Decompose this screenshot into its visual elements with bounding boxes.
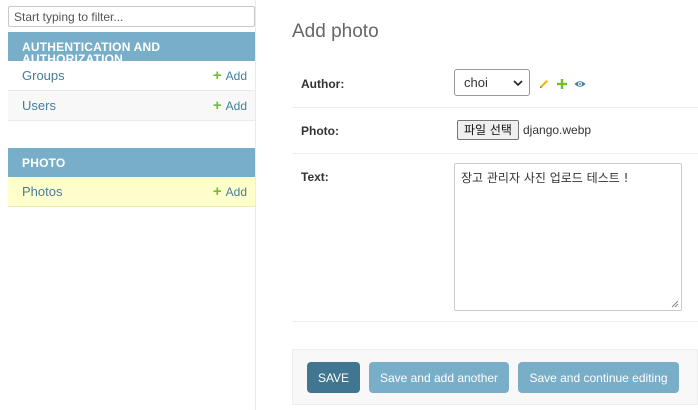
add-label: Add xyxy=(225,184,247,199)
users-link[interactable]: Users xyxy=(22,98,56,113)
groups-add-link[interactable]: + Add xyxy=(212,66,247,84)
eye-icon[interactable] xyxy=(574,77,586,89)
content: Add photo Author: choi Photo: 파일 선택 djan… xyxy=(292,0,698,410)
author-label: Author: xyxy=(301,77,345,91)
groups-link[interactable]: Groups xyxy=(22,68,65,83)
choose-file-button[interactable]: 파일 선택 xyxy=(457,120,519,140)
photos-link[interactable]: Photos xyxy=(22,184,62,199)
add-label: Add xyxy=(225,68,247,83)
textarea-value: 장고 관리자 사진 업로드 테스트 ! xyxy=(461,171,629,185)
plus-icon[interactable] xyxy=(556,77,568,89)
related-widget-icons xyxy=(538,77,586,89)
pencil-icon[interactable] xyxy=(538,77,550,89)
sidebar-item-users: Users + Add xyxy=(8,91,255,121)
resize-handle-icon[interactable] xyxy=(671,300,679,308)
add-label: Add xyxy=(225,98,247,113)
photo-label: Photo: xyxy=(301,124,339,138)
page-title: Add photo xyxy=(292,21,379,42)
selected-file-name: django.webp xyxy=(523,123,592,137)
module-caption-auth[interactable]: AUTHENTICATION AND AUTHORIZATION xyxy=(8,32,255,65)
filter-input[interactable] xyxy=(8,6,255,27)
sidebar-item-photos: Photos + Add xyxy=(8,177,255,207)
module-caption-photo[interactable]: PHOTO xyxy=(8,148,255,177)
text-textarea[interactable]: 장고 관리자 사진 업로드 테스트 ! xyxy=(454,163,682,311)
save-and-continue-button[interactable]: Save and continue editing xyxy=(518,362,679,393)
save-button[interactable]: SAVE xyxy=(307,362,360,393)
plus-icon: + xyxy=(212,66,222,84)
photos-add-link[interactable]: + Add xyxy=(212,182,247,200)
plus-icon: + xyxy=(212,96,222,114)
sidebar: AUTHENTICATION AND AUTHORIZATION Groups … xyxy=(0,0,256,410)
plus-icon: + xyxy=(212,182,222,200)
submit-row: SAVE Save and add another Save and conti… xyxy=(292,349,698,405)
module-auth: AUTHENTICATION AND AUTHORIZATION Groups … xyxy=(8,32,255,121)
module-photo: PHOTO Photos + Add xyxy=(8,148,255,207)
author-select[interactable]: choi xyxy=(454,69,530,96)
save-and-add-another-button[interactable]: Save and add another xyxy=(369,362,509,393)
author-selected-value: choi xyxy=(464,75,488,90)
text-label: Text: xyxy=(301,170,329,184)
chevron-down-icon xyxy=(513,80,523,87)
admin-page: AUTHENTICATION AND AUTHORIZATION Groups … xyxy=(0,0,698,410)
users-add-link[interactable]: + Add xyxy=(212,96,247,114)
